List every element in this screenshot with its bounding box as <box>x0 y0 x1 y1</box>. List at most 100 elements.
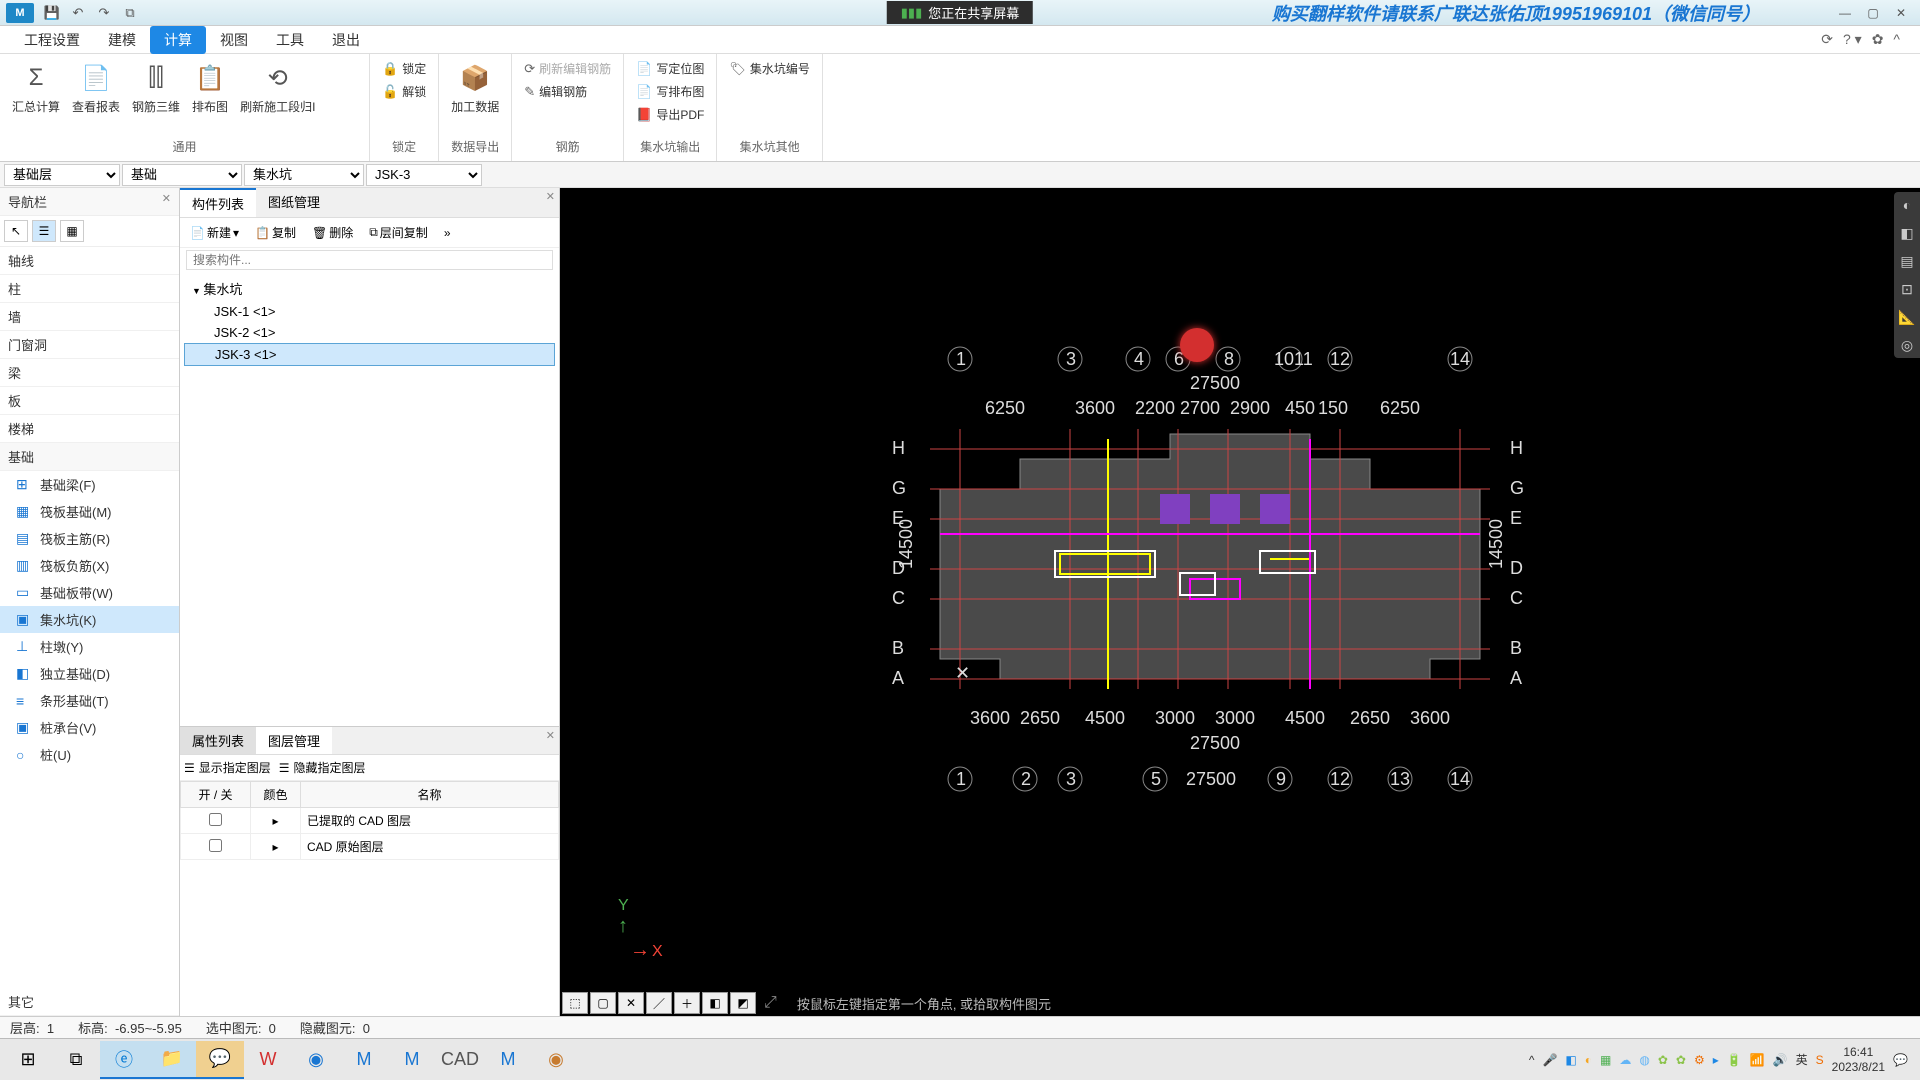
tray-app-1[interactable]: ◧ <box>1565 1053 1576 1067</box>
nav-item-iso-foot[interactable]: ◧独立基础(D) <box>0 660 179 687</box>
nav-item-strip[interactable]: ▭基础板带(W) <box>0 579 179 606</box>
wechat-icon[interactable]: 💬 <box>196 1041 244 1079</box>
btn-show-layer[interactable]: ☰ 显示指定图层 <box>184 759 271 776</box>
app-icon-1[interactable]: ◉ <box>292 1041 340 1079</box>
tray-app-4[interactable]: ◍ <box>1639 1053 1649 1067</box>
btn-delete-component[interactable]: 🗑删除 <box>306 222 359 243</box>
btn-write-pos[interactable]: 📄写定位图 <box>632 58 708 79</box>
vt-target-icon[interactable]: ◎ <box>1894 332 1920 358</box>
nav-section-column[interactable]: 柱 <box>0 275 179 303</box>
tray-cloud-icon[interactable]: ☁ <box>1619 1053 1631 1067</box>
btn-hide-layer[interactable]: ☰ 隐藏指定图层 <box>279 759 366 776</box>
vp-btn-2[interactable]: ▢ <box>590 992 616 1014</box>
tray-app-7[interactable]: ⚙ <box>1694 1053 1705 1067</box>
app-icon-5[interactable]: ◉ <box>532 1041 580 1079</box>
qat-undo-icon[interactable]: ↶ <box>68 3 88 23</box>
sync-icon[interactable]: ⟳ <box>1821 31 1833 48</box>
layer-checkbox[interactable] <box>209 839 222 852</box>
btn-dup-floor[interactable]: ⧉层间复制 <box>363 222 434 243</box>
vp-btn-6[interactable]: ◧ <box>702 992 728 1014</box>
cad-icon[interactable]: CAD <box>436 1041 484 1079</box>
nav-item-pile[interactable]: ○桩(U) <box>0 741 179 768</box>
tab-view[interactable]: 视图 <box>206 26 262 54</box>
tab-drawing-mgmt[interactable]: 图纸管理 <box>256 188 332 217</box>
tray-app-6[interactable]: ✿ <box>1676 1053 1686 1067</box>
vt-cube-icon[interactable]: ◧ <box>1894 220 1920 246</box>
tab-component-list[interactable]: 构件列表 <box>180 188 256 217</box>
edge-icon[interactable]: ⓔ <box>100 1041 148 1079</box>
btn-view-report[interactable]: 📄查看报表 <box>68 58 124 117</box>
btn-more[interactable]: » <box>438 224 457 242</box>
nav-section-wall[interactable]: 墙 <box>0 303 179 331</box>
tree-item-jsk1[interactable]: JSK-1 <1> <box>184 301 555 322</box>
btn-sump-numbering[interactable]: 🏷集水坑编号 <box>725 58 814 79</box>
btn-process-data[interactable]: 📦加工数据 <box>447 58 503 117</box>
tray-chevron-icon[interactable]: ^ <box>1529 1053 1535 1067</box>
nav-item-pile-cap[interactable]: ▣桩承台(V) <box>0 714 179 741</box>
nav-item-strip-foot[interactable]: ≡条形基础(T) <box>0 687 179 714</box>
btn-write-layout[interactable]: 📄写排布图 <box>632 81 708 102</box>
tab-exit[interactable]: 退出 <box>318 26 374 54</box>
tab-project[interactable]: 工程设置 <box>10 26 94 54</box>
tray-app-2[interactable]: ◐ <box>1585 1053 1592 1067</box>
vp-btn-7[interactable]: ◩ <box>730 992 756 1014</box>
nav-close-icon[interactable]: ✕ <box>162 192 171 211</box>
btn-layout[interactable]: 📋排布图 <box>188 58 232 117</box>
nav-section-opening[interactable]: 门窗洞 <box>0 331 179 359</box>
panel-close-icon[interactable]: ✕ <box>546 190 555 203</box>
filter-category[interactable]: 基础 <box>122 164 242 186</box>
tray-input-icon[interactable]: S <box>1816 1053 1824 1067</box>
layer-row[interactable]: ▸ 已提取的 CAD 图层 <box>181 808 559 834</box>
minimize-icon[interactable]: — <box>1832 4 1858 22</box>
expand-icon[interactable]: ⤢ <box>764 994 777 1012</box>
nav-item-raft[interactable]: ▦筏板基础(M) <box>0 498 179 525</box>
tray-ime-icon[interactable]: 英 <box>1796 1051 1808 1068</box>
tab-properties[interactable]: 属性列表 <box>180 727 256 754</box>
vt-layers-icon[interactable]: ▤ <box>1894 248 1920 274</box>
tray-notification-icon[interactable]: 💬 <box>1893 1053 1908 1067</box>
qat-save-icon[interactable]: 💾 <box>42 3 62 23</box>
tab-calc[interactable]: 计算 <box>150 26 206 54</box>
help-icon[interactable]: ? ▾ <box>1843 31 1862 48</box>
tray-mic-icon[interactable]: 🎤 <box>1542 1053 1557 1067</box>
filter-floor[interactable]: 基础层 <box>4 164 120 186</box>
lower-close-icon[interactable]: ✕ <box>546 729 555 742</box>
tray-app-3[interactable]: ▦ <box>1600 1053 1611 1067</box>
close-icon[interactable]: ✕ <box>1888 4 1914 22</box>
qat-more-icon[interactable]: ⧉ <box>120 3 140 23</box>
app-icon-4[interactable]: M <box>484 1041 532 1079</box>
taskview-icon[interactable]: ⧉ <box>52 1041 100 1079</box>
vp-btn-3[interactable]: ✕ <box>618 992 644 1014</box>
tray-network-icon[interactable]: 📶 <box>1750 1053 1765 1067</box>
vt-zoom-icon[interactable]: ⊡ <box>1894 276 1920 302</box>
vt-measure-icon[interactable]: 📐 <box>1894 304 1920 330</box>
nav-item-pier[interactable]: ⊥柱墩(Y) <box>0 633 179 660</box>
vp-btn-4[interactable]: ／ <box>646 992 672 1014</box>
nav-mode-list[interactable]: ☰ <box>32 220 56 242</box>
btn-edit-rebar[interactable]: ✎编辑钢筋 <box>520 81 615 102</box>
search-input[interactable] <box>186 250 553 270</box>
qat-redo-icon[interactable]: ↷ <box>94 3 114 23</box>
filter-component[interactable]: JSK-3 <box>366 164 482 186</box>
vt-compass-icon[interactable]: ◐ <box>1894 192 1920 218</box>
tray-clock[interactable]: 16:412023/8/21 <box>1832 1045 1885 1074</box>
nav-item-raft-neg[interactable]: ▥筏板负筋(X) <box>0 552 179 579</box>
tree-item-jsk2[interactable]: JSK-2 <1> <box>184 322 555 343</box>
nav-item-foundation-beam[interactable]: ⊞基础梁(F) <box>0 471 179 498</box>
tray-app-8[interactable]: ▸ <box>1713 1053 1719 1067</box>
maximize-icon[interactable]: ▢ <box>1860 4 1886 22</box>
tab-layer-mgmt[interactable]: 图层管理 <box>256 727 332 754</box>
collapse-icon[interactable]: ^ <box>1893 31 1900 48</box>
nav-section-beam[interactable]: 梁 <box>0 359 179 387</box>
btn-copy-component[interactable]: 📋复制 <box>249 222 302 243</box>
tray-app-5[interactable]: ✿ <box>1658 1053 1668 1067</box>
tree-item-jsk3[interactable]: JSK-3 <1> <box>184 343 555 366</box>
tab-model[interactable]: 建模 <box>94 26 150 54</box>
nav-section-slab[interactable]: 板 <box>0 387 179 415</box>
vp-btn-1[interactable]: ⬚ <box>562 992 588 1014</box>
nav-section-axis[interactable]: 轴线 <box>0 247 179 275</box>
btn-summary-calc[interactable]: Σ汇总计算 <box>8 58 64 117</box>
app-icon-3[interactable]: M <box>388 1041 436 1079</box>
tray-battery-icon[interactable]: 🔋 <box>1727 1053 1742 1067</box>
app-icon-2[interactable]: M <box>340 1041 388 1079</box>
